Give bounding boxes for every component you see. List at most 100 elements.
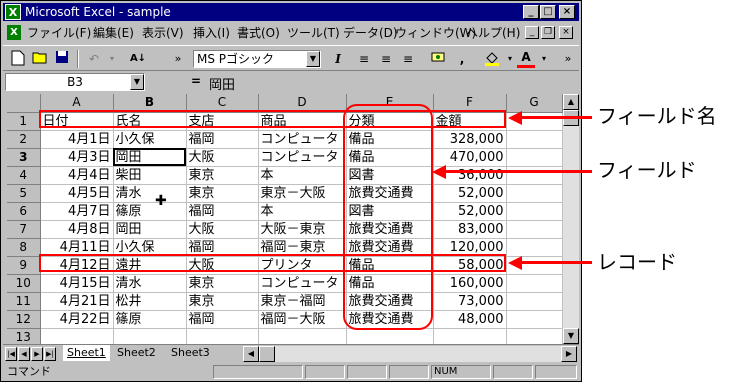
currency-style-icon[interactable]: [429, 50, 447, 68]
minimize-button[interactable]: _: [523, 5, 539, 19]
row-header[interactable]: 1: [7, 112, 41, 131]
cell-date[interactable]: 4月8日: [40, 220, 114, 239]
cell-g[interactable]: [506, 292, 563, 311]
close-button[interactable]: ×: [559, 5, 575, 19]
cell-g[interactable]: [506, 166, 563, 185]
cell-g[interactable]: [506, 130, 563, 149]
row-header[interactable]: 10: [7, 274, 41, 293]
row-header[interactable]: 2: [7, 130, 41, 149]
cell-g[interactable]: [506, 202, 563, 221]
hscroll-thumb[interactable]: [259, 346, 275, 362]
comma-style-button[interactable]: ,: [453, 50, 471, 68]
align-center-icon[interactable]: ≡: [377, 50, 395, 68]
cell-name[interactable]: 松井: [113, 292, 187, 311]
save-disk-icon[interactable]: [53, 50, 71, 68]
cell-branch[interactable]: 福岡: [186, 202, 259, 221]
scroll-left-icon[interactable]: ◀: [243, 346, 259, 362]
cell-branch[interactable]: 東京: [186, 184, 259, 203]
cell-date[interactable]: 4月5日: [40, 184, 114, 203]
cell-product[interactable]: 本: [258, 166, 347, 185]
first-sheet-icon[interactable]: |◀: [5, 347, 17, 361]
font-color-button[interactable]: A: [517, 50, 535, 68]
maximize-button[interactable]: □: [540, 5, 556, 19]
sort-ascending-icon[interactable]: A↓: [129, 50, 147, 68]
doc-close-button[interactable]: ×: [559, 26, 573, 39]
row-header[interactable]: 11: [7, 292, 41, 311]
chevron-down-icon[interactable]: ▼: [306, 51, 320, 67]
cell-branch[interactable]: 大阪: [186, 220, 259, 239]
cell-product[interactable]: 東京－大阪: [258, 184, 347, 203]
toolbar-overflow-right-icon[interactable]: »: [559, 50, 577, 68]
menu-format[interactable]: 書式(O): [237, 26, 280, 40]
row-header[interactable]: 4: [7, 166, 41, 185]
cell-product[interactable]: コンピュータ: [258, 148, 347, 167]
row-header[interactable]: 9: [7, 256, 41, 275]
cell-g[interactable]: [506, 220, 563, 239]
sheet-tab-3[interactable]: Sheet3: [167, 345, 214, 361]
menu-window[interactable]: ウィンドウ(W): [395, 26, 476, 40]
cell-name[interactable]: 岡田: [113, 220, 187, 239]
cell-date[interactable]: 4月1日: [40, 130, 114, 149]
cell-amount[interactable]: 73,000: [433, 292, 507, 311]
workbook-icon[interactable]: X: [7, 25, 21, 40]
cell-amount[interactable]: 83,000: [433, 220, 507, 239]
menu-file[interactable]: ファイル(F): [27, 26, 91, 40]
cell-branch[interactable]: 東京: [186, 166, 259, 185]
row-header[interactable]: 12: [7, 310, 41, 329]
cell-amount[interactable]: 470,000: [433, 148, 507, 167]
fill-color-icon[interactable]: [483, 50, 501, 68]
sheet-tab-2[interactable]: Sheet2: [113, 345, 160, 361]
align-right-icon[interactable]: ≡: [399, 50, 417, 68]
italic-button[interactable]: I: [329, 50, 347, 68]
cell-product[interactable]: 東京－福岡: [258, 292, 347, 311]
select-all-button[interactable]: [7, 94, 41, 113]
cell-amount[interactable]: 328,000: [433, 130, 507, 149]
next-sheet-icon[interactable]: ▶: [31, 347, 43, 361]
row-header[interactable]: 3: [7, 148, 41, 167]
cell-amount[interactable]: 160,000: [433, 274, 507, 293]
cell-product[interactable]: コンピュータ: [258, 274, 347, 293]
cell-date[interactable]: 4月21日: [40, 292, 114, 311]
row-header[interactable]: 6: [7, 202, 41, 221]
scroll-right-icon[interactable]: ▶: [561, 346, 577, 362]
cell-amount[interactable]: 52,000: [433, 184, 507, 203]
font-name-select[interactable]: MS Pゴシック ▼: [193, 50, 321, 68]
undo-icon[interactable]: ↶: [85, 50, 103, 68]
scroll-up-icon[interactable]: ▲: [563, 94, 579, 110]
new-document-icon[interactable]: [9, 50, 27, 68]
doc-minimize-button[interactable]: _: [525, 26, 539, 39]
menu-tools[interactable]: ツール(T): [287, 26, 340, 40]
row-header[interactable]: 7: [7, 220, 41, 239]
column-header-g[interactable]: G: [506, 94, 563, 113]
cell-date[interactable]: 4月7日: [40, 202, 114, 221]
cell-name[interactable]: 清水: [113, 184, 187, 203]
cell-branch[interactable]: 福岡: [186, 130, 259, 149]
sheet-tab-1[interactable]: Sheet1: [63, 345, 110, 361]
cell-product[interactable]: 大阪－東京: [258, 220, 347, 239]
cell-product[interactable]: 福岡－大阪: [258, 310, 347, 329]
name-box-chevron-icon[interactable]: ▼: [130, 74, 144, 90]
formula-input[interactable]: 岡田: [209, 74, 235, 93]
cell-branch[interactable]: 福岡: [186, 310, 259, 329]
cell-product[interactable]: 本: [258, 202, 347, 221]
row-header[interactable]: 5: [7, 184, 41, 203]
menu-edit[interactable]: 編集(E): [93, 26, 134, 40]
cell-g[interactable]: [506, 148, 563, 167]
row-header[interactable]: 8: [7, 238, 41, 257]
cell-branch[interactable]: 大阪: [186, 148, 259, 167]
undo-dropdown-icon[interactable]: ▾: [103, 50, 121, 68]
vertical-scrollbar[interactable]: ▲ ▼: [563, 94, 579, 344]
menu-insert[interactable]: 挿入(I): [193, 26, 230, 40]
cell-name[interactable]: 柴田: [113, 166, 187, 185]
cell-name[interactable]: 清水: [113, 274, 187, 293]
menu-help[interactable]: ヘルプ(H): [466, 26, 520, 40]
cell-g[interactable]: [506, 184, 563, 203]
cell-date[interactable]: 4月3日: [40, 148, 114, 167]
horizontal-scrollbar[interactable]: ◀ ▶: [243, 346, 577, 362]
scroll-down-icon[interactable]: ▼: [563, 328, 579, 344]
cell-name[interactable]: 篠原: [113, 310, 187, 329]
cell-branch[interactable]: 東京: [186, 292, 259, 311]
cell-g[interactable]: [506, 238, 563, 257]
cell-g[interactable]: [506, 274, 563, 293]
toolbar-overflow-icon[interactable]: »: [169, 50, 187, 68]
